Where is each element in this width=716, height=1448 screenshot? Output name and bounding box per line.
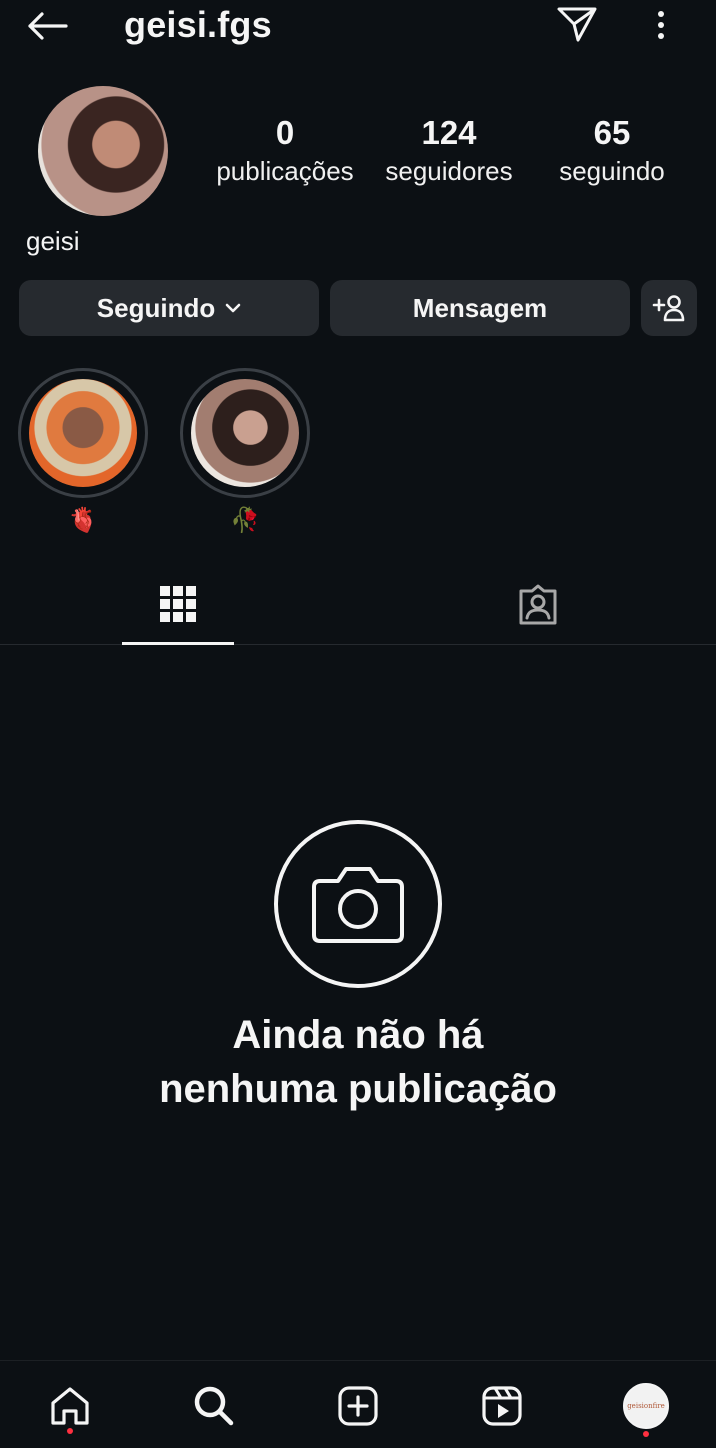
following-button[interactable]: Seguindo xyxy=(19,280,319,336)
profile-thumbnail-text: geisionfire xyxy=(627,1402,665,1410)
highlight-cover-image xyxy=(191,379,299,487)
vertical-ellipsis-icon xyxy=(658,11,664,39)
highlight-cover-image xyxy=(29,379,137,487)
tagged-person-icon xyxy=(519,584,557,625)
profile-tabs xyxy=(0,565,716,645)
empty-state-line1: Ainda não há xyxy=(232,1013,484,1057)
stat-posts[interactable]: 0 publicações xyxy=(200,112,370,188)
message-button-label: Mensagem xyxy=(412,292,548,323)
stat-following-value: 65 xyxy=(593,114,631,151)
search-icon xyxy=(194,1386,234,1426)
highlight-ring xyxy=(18,368,148,498)
reels-icon xyxy=(482,1386,522,1426)
bottom-navigation: geisionfire xyxy=(0,1360,716,1448)
highlight-label: 🫀 xyxy=(68,507,98,534)
more-options-button[interactable] xyxy=(644,6,678,44)
home-notification-dot xyxy=(67,1428,73,1434)
grid-icon xyxy=(160,585,196,622)
highlight-ring xyxy=(180,368,310,498)
profile-notification-dot xyxy=(643,1431,649,1437)
story-highlight[interactable]: 🫀 xyxy=(18,368,148,536)
profile-stats: 0 publicações 124 seguidores 65 seguindo xyxy=(200,112,700,202)
paper-plane-icon xyxy=(557,7,597,42)
top-bar: geisi.fgs xyxy=(0,0,716,56)
stat-following[interactable]: 65 seguindo xyxy=(527,112,697,188)
nav-create[interactable] xyxy=(328,1381,388,1431)
add-person-icon xyxy=(652,295,685,322)
profile-username: geisi.fgs xyxy=(124,4,272,45)
profile-display-name: geisi xyxy=(26,226,80,256)
arrow-left-icon xyxy=(28,12,68,40)
profile-avatar[interactable] xyxy=(38,86,168,216)
back-button[interactable] xyxy=(24,6,70,46)
stat-followers-value: 124 xyxy=(421,114,477,151)
home-icon xyxy=(51,1387,89,1425)
message-button[interactable]: Mensagem xyxy=(330,280,630,336)
chevron-down-icon xyxy=(225,303,241,313)
nav-home[interactable] xyxy=(40,1381,100,1434)
tab-grid[interactable] xyxy=(122,565,234,645)
empty-state-title: Ainda não há nenhuma publicação xyxy=(0,1008,716,1116)
tab-tagged[interactable] xyxy=(482,565,594,645)
stat-posts-value: 0 xyxy=(275,114,295,151)
story-highlight[interactable]: 🥀 xyxy=(180,368,310,536)
nav-profile[interactable]: geisionfire xyxy=(616,1381,676,1437)
profile-page: geisi.fgs 0 publicações 124 seguidores 6… xyxy=(0,0,716,1448)
stat-posts-label: publicações xyxy=(216,156,354,186)
create-post-icon xyxy=(338,1386,378,1426)
profile-thumbnail: geisionfire xyxy=(623,1383,669,1429)
nav-search[interactable] xyxy=(184,1381,244,1431)
send-message-button[interactable] xyxy=(554,4,600,44)
following-button-label: Seguindo xyxy=(96,292,216,323)
empty-state-camera xyxy=(274,820,442,988)
stat-followers[interactable]: 124 seguidores xyxy=(364,112,534,188)
highlight-label: 🥀 xyxy=(230,507,260,534)
stat-following-label: seguindo xyxy=(559,156,665,186)
empty-state-line2: nenhuma publicação xyxy=(159,1067,557,1111)
camera-icon xyxy=(312,867,404,943)
suggest-people-button[interactable] xyxy=(641,280,697,336)
nav-reels[interactable] xyxy=(472,1381,532,1431)
stat-followers-label: seguidores xyxy=(385,156,513,186)
